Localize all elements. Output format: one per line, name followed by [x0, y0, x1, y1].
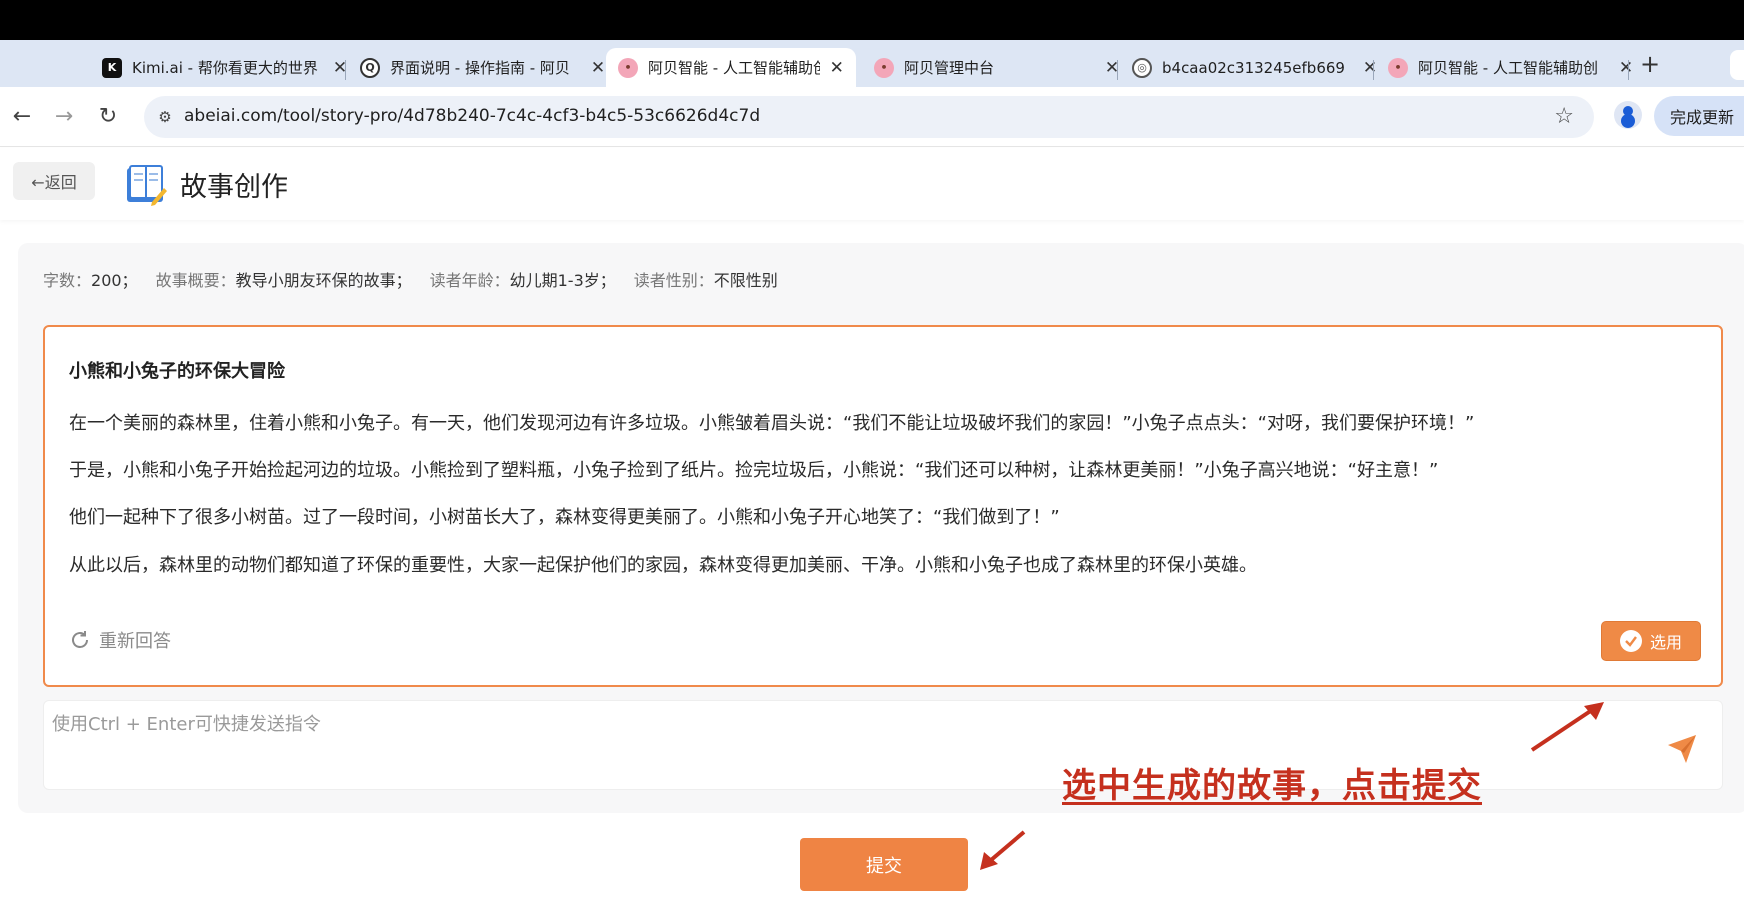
tab-kimi[interactable]: K Kimi.ai - 帮你看更大的世界 ✕: [90, 48, 360, 87]
story-paragraph: 他们一起种下了很多小树苗。过了一段时间，小树苗长大了，森林变得更美丽了。小熊和小…: [69, 507, 1060, 528]
bookmark-star-icon[interactable]: ☆: [1554, 104, 1574, 129]
address-bar[interactable]: ⚙ abeiai.com/tool/story-pro/4d78b240-7c4…: [144, 96, 1594, 138]
submit-button[interactable]: 提交: [800, 838, 968, 891]
tab-hash[interactable]: ◎ b4caa02c313245efb669 ✕: [1120, 48, 1390, 87]
word-count-label: 字数：: [43, 271, 92, 290]
tab-title: Kimi.ai - 帮你看更大的世界: [132, 59, 318, 77]
close-icon[interactable]: ✕: [1618, 58, 1634, 78]
tab-divider: [1373, 60, 1374, 80]
story-params: 字数：200； 故事概要：教导小朋友环保的故事； 读者年龄：幼儿期1-3岁； 读者性别…: [43, 267, 778, 291]
gender-value: 不限性别: [713, 271, 778, 290]
profile-avatar-icon[interactable]: [1614, 101, 1642, 129]
story-title: 小熊和小兔子的环保大冒险: [69, 361, 285, 382]
close-icon[interactable]: ✕: [830, 58, 844, 78]
page-header: ←返回 故事创作: [0, 148, 1744, 220]
summary-value: 教导小朋友环保的故事；: [235, 271, 412, 290]
close-icon[interactable]: ✕: [590, 58, 606, 78]
url-text[interactable]: abeiai.com/tool/story-pro/4d78b240-7c4c-…: [184, 106, 760, 126]
browser-toolbar: ← → ↻ ⚙ abeiai.com/tool/story-pro/4d78b2…: [0, 87, 1744, 147]
kimi-logo-icon: K: [102, 57, 122, 78]
back-button[interactable]: ←返回: [13, 162, 95, 200]
site-info-icon[interactable]: ⚙: [154, 106, 176, 128]
page-title: 故事创作: [180, 172, 288, 203]
story-paragraph: 在一个美丽的森林里，住着小熊和小兔子。有一天，他们发现河边有许多垃圾。小熊皱着眉…: [69, 413, 1475, 434]
tab-title: 阿贝智能 - 人工智能辅助创: [1418, 59, 1598, 77]
tab-abei-active[interactable]: • 阿贝智能 - 人工智能辅助创 ✕: [606, 48, 856, 87]
tab-title: 界面说明 - 操作指南 - 阿贝: [390, 59, 570, 77]
select-story-button[interactable]: 选用: [1601, 621, 1701, 661]
summary-label: 故事概要：: [155, 271, 236, 290]
globe-icon: ◎: [1132, 57, 1152, 78]
new-tab-button[interactable]: +: [1638, 52, 1662, 76]
annotation-arrow-icon: [1530, 702, 1604, 752]
age-value: 幼儿期1-3岁；: [509, 271, 616, 290]
tab-title: 阿贝智能 - 人工智能辅助创: [648, 59, 820, 77]
gender-label: 读者性别：: [633, 271, 714, 290]
prompt-input[interactable]: [44, 701, 1722, 747]
tab-guide[interactable]: Q 界面说明 - 操作指南 - 阿贝 ✕: [348, 48, 618, 87]
tab-abei-admin[interactable]: • 阿贝管理中台 ✕: [862, 48, 1132, 87]
annotation-arrow-icon: [980, 830, 1026, 870]
tab-abei-2[interactable]: • 阿贝智能 - 人工智能辅助创 ✕: [1376, 48, 1646, 87]
tab-divider: [1628, 60, 1629, 80]
forward-arrow-icon[interactable]: →: [50, 103, 78, 131]
abei-logo-icon: •: [618, 57, 638, 78]
tab-title: 阿贝管理中台: [904, 59, 995, 77]
story-paragraph: 于是，小熊和小兔子开始捡起河边的垃圾。小熊捡到了塑料瓶，小兔子捡到了纸片。捡完垃…: [69, 460, 1439, 481]
regenerate-button[interactable]: 重新回答: [69, 627, 171, 653]
select-story-label: 选用: [1649, 633, 1682, 652]
generated-story-card[interactable]: 小熊和小兔子的环保大冒险 在一个美丽的森林里，住着小熊和小兔子。有一天，他们发现…: [43, 325, 1723, 687]
update-button[interactable]: 完成更新: [1654, 96, 1744, 136]
tab-divider: [1117, 60, 1118, 80]
word-count-value: 200；: [91, 271, 138, 290]
reload-icon[interactable]: ↻: [94, 103, 122, 131]
story-panel: 字数：200； 故事概要：教导小朋友环保的故事； 读者年龄：幼儿期1-3岁； 读者性别…: [18, 243, 1744, 813]
send-icon[interactable]: [1664, 731, 1700, 767]
check-circle-icon: [1619, 630, 1642, 652]
tab-title: b4caa02c313245efb669: [1162, 58, 1345, 77]
back-arrow-icon[interactable]: ←: [8, 103, 36, 131]
document-icon: Q: [360, 57, 380, 78]
refresh-icon: [72, 631, 88, 648]
book-icon: [127, 165, 167, 206]
age-label: 读者年龄：: [429, 271, 510, 290]
abei-logo-icon: •: [874, 57, 894, 78]
screen-top-bar: [0, 0, 1744, 40]
abei-logo-icon: •: [1388, 57, 1408, 78]
browser-tab-strip: K Kimi.ai - 帮你看更大的世界 ✕ Q 界面说明 - 操作指南 - 阿…: [0, 40, 1744, 87]
annotation-text: 选中生成的故事，点击提交: [1062, 766, 1482, 806]
regenerate-label: 重新回答: [99, 631, 171, 652]
story-paragraph: 从此以后，森林里的动物们都知道了环保的重要性，大家一起保护他们的家园，森林变得更…: [69, 555, 1257, 576]
tab-divider: [345, 60, 346, 80]
tab-search-button[interactable]: [1730, 50, 1744, 80]
